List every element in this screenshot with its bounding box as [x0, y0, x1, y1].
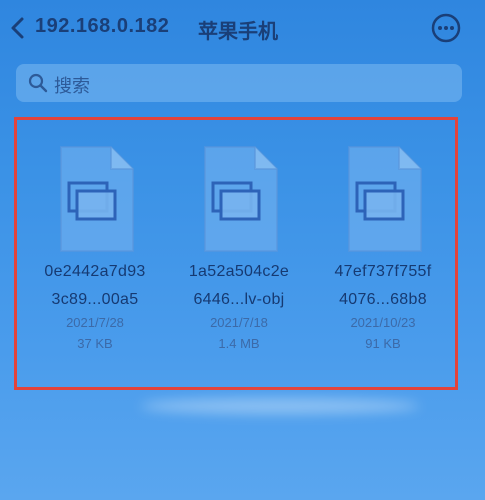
file-size: 37 KB: [77, 336, 113, 351]
search-placeholder: 搜索: [54, 76, 90, 96]
file-document-icon: [60, 146, 134, 252]
search-bar[interactable]: 搜索: [16, 64, 462, 102]
top-bar: 192.168.0.182 苹果手机: [0, 0, 485, 56]
file-size: 91 KB: [365, 336, 401, 351]
file-name-line2: 4076...68b8: [339, 291, 427, 308]
file-name-line1: 0e2442a7d93: [44, 263, 146, 280]
screen-glare: [140, 398, 420, 414]
file-name-line1: 47ef737f755f: [334, 263, 432, 280]
file-document-icon: [348, 146, 422, 252]
file-name-line1: 1a52a504c2e: [188, 263, 290, 280]
server-address: 192.168.0.182: [35, 15, 170, 37]
file-date: 2021/10/23: [350, 315, 416, 330]
more-horizontal-icon[interactable]: [430, 12, 462, 44]
file-item[interactable]: 47ef737f755f 4076...68b8 2021/10/23 91 K…: [313, 145, 453, 351]
file-item[interactable]: 1a52a504c2e 6446...lv-obj 2021/7/18 1.4 …: [169, 145, 309, 351]
file-date: 2021/7/18: [210, 315, 268, 330]
file-name-line2: 6446...lv-obj: [193, 291, 285, 308]
file-name-line2: 3c89...00a5: [51, 291, 139, 308]
file-date: 2021/7/28: [66, 315, 124, 330]
file-document-icon: [204, 146, 278, 252]
chevron-left-icon[interactable]: [8, 16, 28, 40]
file-size: 1.4 MB: [218, 336, 260, 351]
file-item[interactable]: 0e2442a7d93 3c89...00a5 2021/7/28 37 KB: [25, 145, 165, 351]
file-grid: 0e2442a7d93 3c89...00a5 2021/7/28 37 KB …: [14, 117, 458, 390]
page-title: 苹果手机: [198, 21, 278, 43]
search-icon: [28, 73, 48, 93]
